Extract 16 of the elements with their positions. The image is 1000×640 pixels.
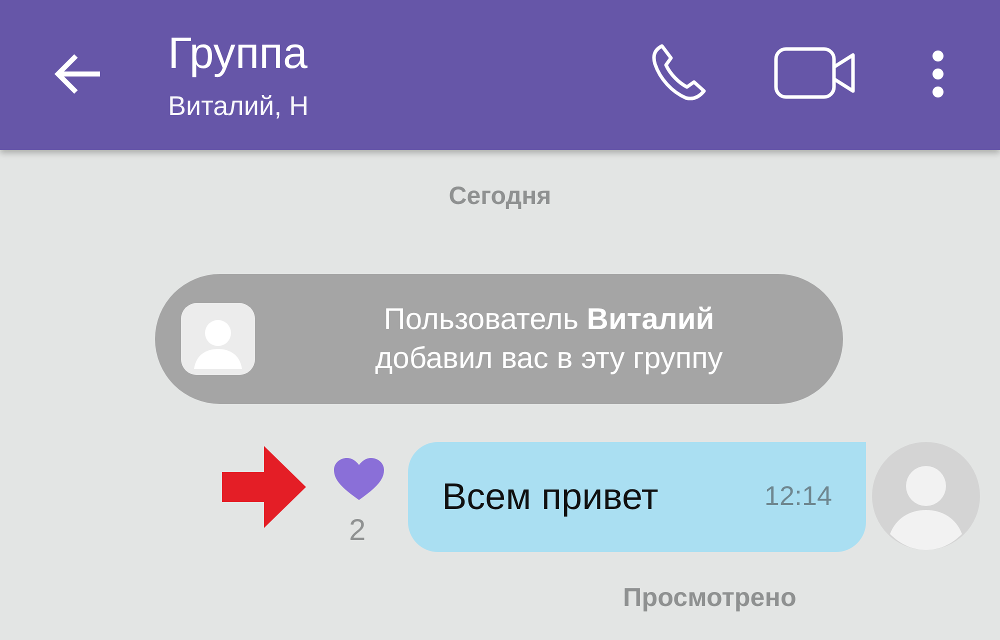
- avatar-icon: [872, 442, 980, 550]
- chat-subtitle: Виталий, Н: [168, 90, 309, 123]
- heart-icon[interactable]: [332, 456, 386, 502]
- chat-title: Группа: [168, 32, 308, 76]
- back-icon[interactable]: [54, 53, 102, 95]
- read-status: Просмотрено: [623, 580, 798, 614]
- more-options-icon[interactable]: [932, 50, 944, 98]
- message-text: Всем привет: [442, 474, 658, 519]
- like-count: 2: [349, 512, 366, 548]
- arrow-icon: [222, 446, 306, 528]
- avatar-icon: [181, 302, 255, 374]
- date-label: Сегодня: [448, 181, 552, 212]
- video-camera-icon[interactable]: [774, 47, 856, 99]
- phone-icon[interactable]: [650, 43, 708, 101]
- system-message-text: Пользователь Виталий добавил вас в эту группу: [374, 302, 724, 376]
- message-time: 12:14: [764, 480, 832, 514]
